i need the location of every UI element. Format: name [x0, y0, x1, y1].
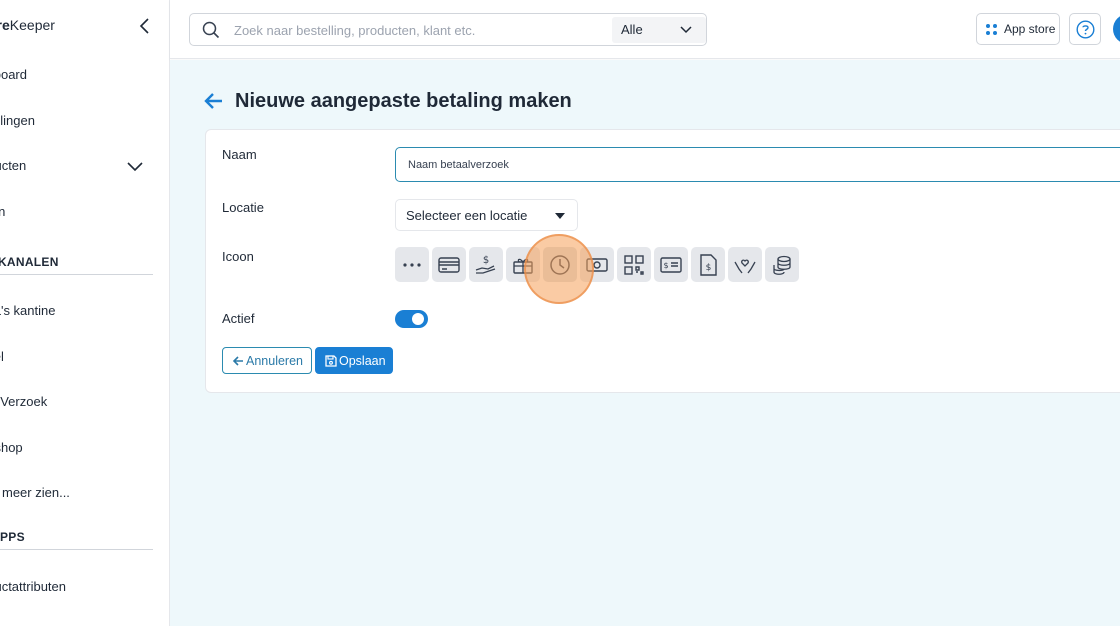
app-logo[interactable]: oreKeeper	[0, 17, 55, 33]
sidebar-item-klanten[interactable]: nten	[0, 204, 5, 219]
chevron-down-icon	[680, 26, 692, 34]
location-select[interactable]: Selecteer een locatie	[395, 199, 578, 231]
icon-option-gift-card[interactable]	[506, 247, 540, 282]
sidebar-item-kantine[interactable]: cha's kantine	[0, 303, 55, 318]
cancel-button[interactable]: Annuleren	[222, 347, 312, 374]
active-label: Actief	[222, 311, 255, 326]
form-card: Naam Locatie Selecteer een locatie Icoon…	[205, 129, 1120, 393]
toggle-knob	[412, 313, 424, 325]
avatar[interactable]	[1113, 14, 1120, 44]
floppy-disk-icon	[325, 355, 337, 367]
back-arrow-icon[interactable]	[203, 90, 225, 112]
gift-card-icon	[513, 258, 533, 274]
banknote-icon	[586, 258, 608, 272]
page-title: Nieuwe aangepaste betaling maken	[235, 90, 572, 112]
divider	[0, 274, 153, 275]
credit-card-icon	[438, 257, 460, 273]
sidebar-item-producten[interactable]: oducten	[0, 158, 26, 173]
cancel-label: Annuleren	[246, 354, 303, 368]
search-bar: Alle	[189, 13, 707, 46]
collapse-sidebar-icon[interactable]	[136, 16, 154, 36]
icon-option-qr-code[interactable]	[617, 247, 651, 282]
sidebar-item-dashboard[interactable]: shboard	[0, 67, 27, 82]
icon-option-banknote[interactable]	[580, 247, 614, 282]
location-value: Selecteer een locatie	[406, 208, 528, 223]
search-icon	[202, 21, 220, 39]
search-scope-value: Alle	[621, 22, 643, 37]
invoice-dollar-icon: $	[700, 254, 717, 276]
section-apps: PPS	[0, 530, 25, 544]
top-bar: Alle App store	[170, 0, 1120, 59]
svg-text:$: $	[483, 255, 489, 266]
sidebar-item-bestelverzoek[interactable]: stelVerzoek	[0, 394, 47, 409]
sidebar-item-webshop[interactable]: ebshop	[0, 440, 23, 455]
app-store-label: App store	[1004, 22, 1056, 36]
sidebar: oreKeeper shboard stellingen oducten nte…	[0, 0, 170, 626]
name-label: Naam	[222, 147, 257, 162]
icon-option-invoice[interactable]: $	[691, 247, 725, 282]
icon-option-credit-card[interactable]	[432, 247, 466, 282]
save-button[interactable]: Opslaan	[315, 347, 393, 374]
icon-option-hands-heart[interactable]	[728, 247, 762, 282]
hand-coin-icon: $	[475, 255, 496, 274]
search-scope-select[interactable]: Alle	[612, 17, 706, 43]
name-field[interactable]	[395, 147, 1120, 182]
svg-text:$: $	[663, 261, 668, 270]
search-input[interactable]	[234, 20, 604, 40]
save-label: Opslaan	[339, 354, 386, 368]
coins-stack-icon	[773, 255, 791, 275]
icon-option-hand-coin[interactable]: $	[469, 247, 503, 282]
icon-option-clock[interactable]	[543, 247, 577, 282]
svg-text:$: $	[706, 263, 712, 273]
icon-option-id-card[interactable]: $	[654, 247, 688, 282]
section-verkoopkanalen: OPKANALEN	[0, 255, 59, 269]
icon-option-coins[interactable]	[765, 247, 799, 282]
qr-code-icon	[624, 255, 644, 275]
dots-icon	[403, 263, 421, 267]
arrow-left-icon	[232, 356, 243, 366]
caret-down-icon	[555, 213, 565, 219]
sidebar-item-winkel[interactable]: nkel	[0, 349, 4, 364]
location-label: Locatie	[222, 200, 264, 215]
clock-icon	[550, 255, 570, 275]
app-store-button[interactable]: App store	[976, 13, 1060, 45]
help-button[interactable]	[1069, 13, 1101, 45]
question-icon	[1076, 20, 1095, 39]
active-toggle[interactable]	[395, 310, 428, 328]
hands-heart-icon	[734, 259, 756, 274]
sidebar-item-productattributen[interactable]: oductattributen	[0, 579, 66, 594]
main-content: Nieuwe aangepaste betaling maken Naam Lo…	[170, 60, 1120, 626]
sidebar-item-bestellingen[interactable]: stellingen	[0, 113, 35, 128]
id-card-icon: $	[660, 257, 682, 273]
icon-label: Icoon	[222, 249, 254, 264]
divider	[0, 549, 153, 550]
chevron-down-icon[interactable]	[126, 159, 144, 173]
icon-option-dots[interactable]	[395, 247, 429, 282]
grid-dots-icon	[986, 24, 997, 35]
sidebar-item-meer-zien[interactable]: meer zien...	[2, 485, 70, 500]
